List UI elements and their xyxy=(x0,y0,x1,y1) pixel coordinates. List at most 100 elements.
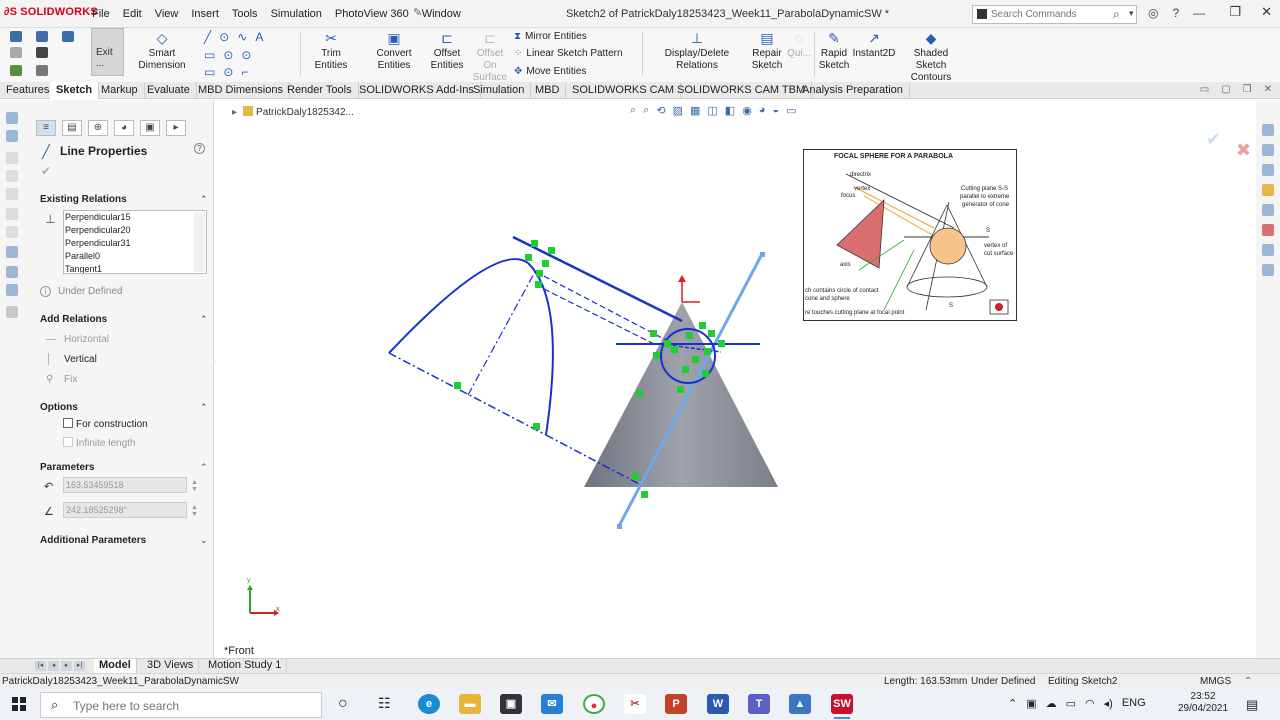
options-icon[interactable] xyxy=(36,65,48,76)
checkbox-box[interactable] xyxy=(63,437,73,447)
convert-entities-button[interactable]: ▣ Convert Entities xyxy=(360,30,428,72)
tab-render-tools[interactable]: Render Tools xyxy=(281,82,359,99)
featuremanager-tab[interactable]: ≡ xyxy=(36,120,56,136)
checkbox-box[interactable] xyxy=(63,418,73,428)
print-icon[interactable] xyxy=(36,47,48,58)
last-tab-icon[interactable]: ▸| xyxy=(74,661,85,671)
notifications-icon[interactable]: ▤ xyxy=(1246,697,1258,713)
angle-spinner[interactable]: ▲ ▼ xyxy=(191,504,198,518)
configuration-tab[interactable]: ⊕ xyxy=(88,120,108,136)
construction-line[interactable] xyxy=(535,271,667,341)
tab-markup[interactable]: Markup xyxy=(95,82,145,99)
tab-evaluate[interactable]: Evaluate xyxy=(141,82,197,99)
clock[interactable]: 23:52 29/04/2021 xyxy=(1178,691,1228,715)
relations-list[interactable]: Perpendicular15 Perpendicular20 Perpendi… xyxy=(63,210,207,274)
parabola-curve[interactable] xyxy=(527,262,554,436)
sketch-entities-row-1[interactable]: ╱⊙∿A xyxy=(204,30,271,44)
mail-icon[interactable]: ✉ xyxy=(541,694,563,714)
search-input[interactable] xyxy=(991,6,1109,22)
windows-start-icon[interactable] xyxy=(12,697,26,711)
offset-on-surface-button[interactable]: ⊏ Offset On Surface xyxy=(470,30,510,84)
custom-properties-icon[interactable] xyxy=(1262,244,1274,256)
tool-icon[interactable] xyxy=(6,284,18,296)
tool-icon[interactable] xyxy=(6,170,18,182)
generator-line[interactable] xyxy=(512,235,683,323)
next-tab-icon[interactable]: ▸ xyxy=(61,661,72,671)
tool-icon[interactable] xyxy=(6,226,18,238)
tab-simulation[interactable]: Simulation xyxy=(467,82,532,99)
reference-image[interactable]: FOCAL SPHERE FOR A PARABOLA directrix ve… xyxy=(803,149,1017,321)
mirror-entities-button[interactable]: ⧗ Mirror Entities xyxy=(514,31,587,42)
scrollbar[interactable] xyxy=(194,212,205,272)
prev-tab-icon[interactable]: ◂ xyxy=(48,661,59,671)
meet-now-icon[interactable]: ▣ xyxy=(1026,697,1036,710)
unit-dropdown-icon[interactable]: ⌃ xyxy=(1244,676,1252,687)
help-icon[interactable]: ? xyxy=(194,143,205,154)
options-header[interactable]: Options xyxy=(40,402,78,413)
tool-icon[interactable] xyxy=(6,306,18,318)
tab-3d-views[interactable]: 3D Views xyxy=(142,659,200,673)
parameters-header[interactable]: Parameters xyxy=(40,462,94,473)
instant2d-button[interactable]: ↗ Instant2D xyxy=(852,30,896,60)
list-item[interactable]: Perpendicular15 xyxy=(64,211,206,224)
file-explorer-icon[interactable]: ▬ xyxy=(459,694,481,714)
exit-sketch-button[interactable]: Exit ... xyxy=(91,28,124,76)
tool-icon[interactable] xyxy=(6,266,18,278)
taskbar-search[interactable]: ⌕ xyxy=(40,692,322,718)
trim-entities-button[interactable]: ✂ Trim Entities xyxy=(304,30,358,72)
length-spinner[interactable]: ▲ ▼ xyxy=(191,479,198,493)
menu-photoview[interactable]: PhotoView 360 xyxy=(335,8,409,20)
cortana-icon[interactable]: ○ xyxy=(338,695,348,713)
menu-insert[interactable]: Insert xyxy=(191,8,219,20)
collapse-icon[interactable]: ⌃ xyxy=(200,462,208,473)
snipping-tool-icon[interactable]: ✂ xyxy=(624,694,646,714)
quick-snaps-button[interactable]: ◌ Qui... xyxy=(786,30,812,60)
wifi-icon[interactable]: ◠ xyxy=(1085,697,1095,710)
confirmation-corner-cancel-icon[interactable]: ✖ xyxy=(1236,140,1251,161)
confirmation-corner-ok-icon[interactable]: ✔ xyxy=(1206,129,1221,150)
view-palette-icon[interactable] xyxy=(1262,204,1274,216)
word-icon[interactable]: W xyxy=(707,694,729,714)
solidworks-taskbar-icon[interactable]: SW xyxy=(831,694,853,719)
select-icon[interactable] xyxy=(10,65,22,76)
for-construction-checkbox[interactable]: For construction xyxy=(63,418,148,430)
store-icon[interactable]: ▣ xyxy=(500,694,522,714)
repair-sketch-button[interactable]: ▤ Repair Sketch xyxy=(750,30,784,72)
save-icon[interactable] xyxy=(36,31,48,42)
collapse-icon[interactable]: ⌃ xyxy=(200,194,208,205)
angle-field[interactable]: 242.18525298° xyxy=(63,502,187,518)
powerpoint-icon[interactable]: P xyxy=(665,694,687,714)
pin-icon[interactable]: ✎ xyxy=(413,6,422,19)
list-item[interactable]: Parallel0 xyxy=(64,250,206,263)
construction-line[interactable] xyxy=(467,269,537,396)
taskbar-search-input[interactable] xyxy=(73,697,313,714)
home-icon[interactable] xyxy=(1262,144,1274,156)
volume-icon[interactable]: ◂) xyxy=(1104,697,1113,710)
collapse-icon[interactable]: ⌃ xyxy=(200,402,208,413)
tab-analysis-preparation[interactable]: Analysis Preparation xyxy=(796,82,910,99)
forum-icon[interactable] xyxy=(1262,264,1274,276)
tool-icon[interactable] xyxy=(6,188,18,200)
menu-window[interactable]: Window xyxy=(422,8,461,20)
tool-icon[interactable] xyxy=(6,246,18,258)
edge-icon[interactable]: e xyxy=(418,694,440,714)
expand-icon[interactable]: ⌄ xyxy=(200,535,208,546)
appearances-icon[interactable] xyxy=(1262,224,1274,236)
move-entities-button[interactable]: ✥ Move Entities xyxy=(514,66,586,77)
graphics-area[interactable]: ▸ PatrickDaly1825342... ⌕ ⌕ ⟲ ▨ ▦ ◫ ◧ ◉ ◕… xyxy=(216,100,1256,658)
tool-icon[interactable] xyxy=(6,208,18,220)
teams-icon[interactable]: T xyxy=(748,694,770,714)
language-indicator[interactable]: ENG xyxy=(1122,697,1146,710)
tab-features[interactable]: Features xyxy=(0,82,57,99)
display-delete-relations-button[interactable]: ⊥ Display/Delete Relations xyxy=(646,30,748,72)
propertymanager-tab[interactable]: ▤ xyxy=(62,120,82,136)
existing-relations-header[interactable]: Existing Relations xyxy=(40,194,127,205)
collapse-icon[interactable]: ⌃ xyxy=(200,314,208,325)
infinite-length-checkbox[interactable]: Infinite length xyxy=(63,437,136,449)
menu-tools[interactable]: Tools xyxy=(232,8,258,20)
menu-edit[interactable]: Edit xyxy=(123,8,142,20)
tab-mbd-dimensions[interactable]: MBD Dimensions xyxy=(192,82,290,99)
photos-icon[interactable]: ▲ xyxy=(789,694,811,714)
tab-addins[interactable]: SOLIDWORKS Add-Ins xyxy=(353,82,481,99)
endpoint-handle[interactable] xyxy=(760,252,765,257)
